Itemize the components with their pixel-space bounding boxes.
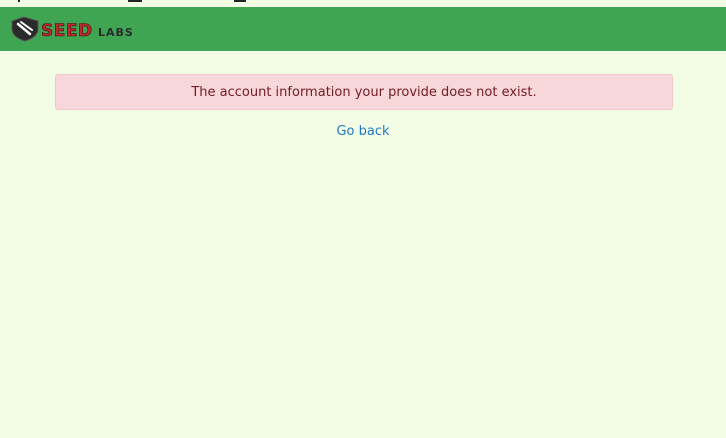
go-back-link[interactable]: Go back: [336, 124, 389, 139]
svg-text:SEED: SEED: [41, 21, 93, 41]
top-strip-mark: [234, 0, 246, 2]
error-alert: The account information your provide doe…: [55, 74, 673, 110]
seedlabs-logo[interactable]: SEED LABS: [10, 15, 142, 43]
back-link-container: Go back: [0, 124, 726, 140]
error-alert-message: The account information your provide doe…: [191, 85, 537, 100]
top-strip-mark: [18, 0, 20, 2]
navbar: SEED LABS: [0, 7, 726, 51]
svg-text:LABS: LABS: [98, 26, 134, 39]
top-strip-mark: [128, 0, 142, 2]
seedlabs-logo-icon: SEED LABS: [11, 16, 134, 42]
